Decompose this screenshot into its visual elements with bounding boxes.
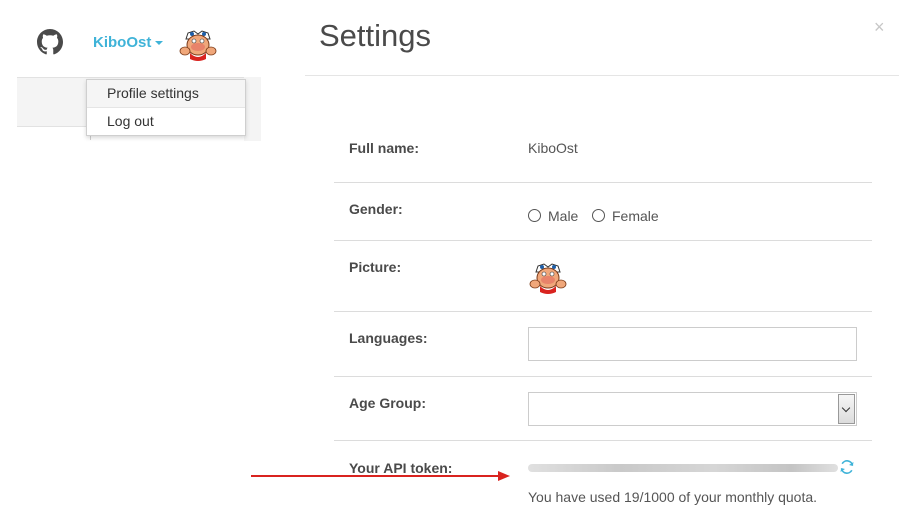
profile-settings-menu-item[interactable]: Profile settings bbox=[87, 80, 245, 107]
user-avatar-icon[interactable] bbox=[178, 25, 218, 63]
gender-male-radio[interactable] bbox=[528, 209, 541, 222]
row-divider bbox=[334, 240, 872, 241]
chevron-down-icon[interactable] bbox=[838, 394, 855, 424]
api-quota-text: You have used 19/1000 of your monthly qu… bbox=[528, 489, 818, 505]
user-menu-toggle[interactable]: KiboOst bbox=[93, 34, 164, 51]
annotation-arrow bbox=[251, 475, 501, 477]
languages-label: Languages: bbox=[349, 330, 428, 346]
row-divider bbox=[334, 376, 872, 377]
gender-female-label[interactable]: Female bbox=[612, 208, 659, 224]
github-icon[interactable] bbox=[37, 29, 63, 55]
profile-picture-icon[interactable] bbox=[527, 258, 569, 296]
age-group-label: Age Group: bbox=[349, 395, 426, 411]
picture-label: Picture: bbox=[349, 259, 402, 275]
refresh-icon[interactable] bbox=[839, 459, 855, 475]
gender-female-radio[interactable] bbox=[592, 209, 605, 222]
api-token-redacted bbox=[528, 464, 838, 472]
caret-down-icon bbox=[155, 41, 164, 46]
gender-label: Gender: bbox=[349, 201, 403, 217]
annotation-arrow-head bbox=[498, 471, 510, 481]
left-panel-edge bbox=[244, 77, 261, 141]
full-name-label: Full name: bbox=[349, 140, 420, 156]
full-name-value: KiboOst bbox=[528, 140, 578, 156]
row-divider bbox=[334, 182, 872, 183]
row-divider bbox=[334, 440, 872, 441]
username: KiboOst bbox=[93, 34, 152, 51]
age-group-select[interactable] bbox=[528, 392, 857, 426]
gender-male-label[interactable]: Male bbox=[548, 208, 578, 224]
modal-title: Settings bbox=[319, 18, 432, 53]
title-divider bbox=[305, 75, 899, 76]
languages-input[interactable] bbox=[528, 327, 857, 361]
user-dropdown-menu: Profile settings Log out bbox=[86, 79, 246, 136]
api-token-label: Your API token: bbox=[349, 460, 453, 476]
row-divider bbox=[334, 311, 872, 312]
log-out-menu-item[interactable]: Log out bbox=[87, 108, 245, 135]
close-button[interactable]: × bbox=[874, 17, 885, 38]
